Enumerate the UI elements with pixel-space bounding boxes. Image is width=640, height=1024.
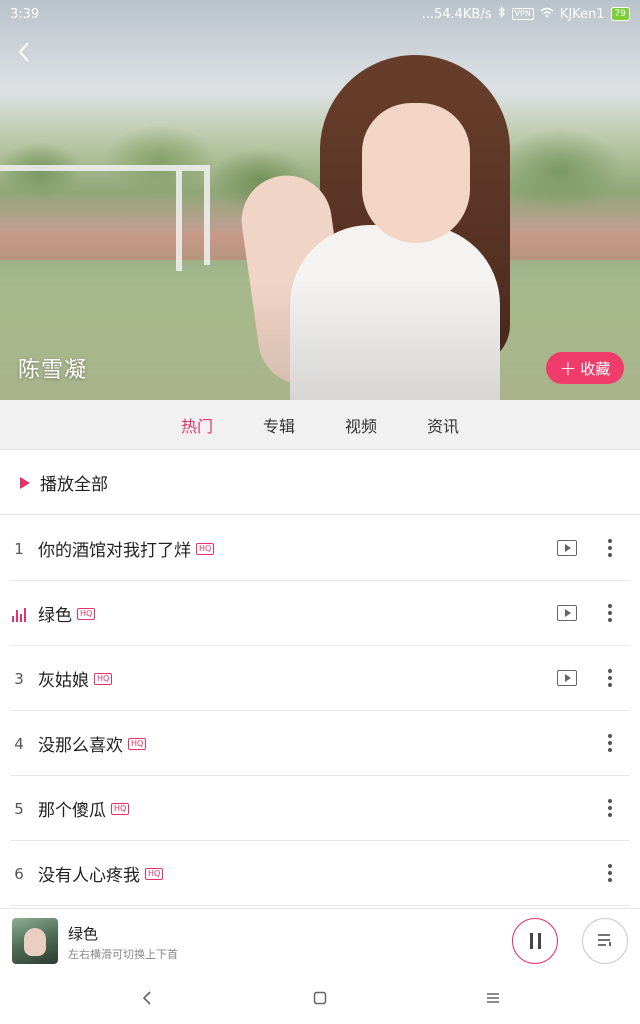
- plus-icon: +: [559, 356, 577, 380]
- system-nav-bar: [0, 972, 640, 1024]
- nav-menu-icon[interactable]: [481, 986, 505, 1010]
- song-title: 你的酒馆对我打了烊: [38, 541, 191, 561]
- wifi-name: KJKen1: [559, 6, 605, 22]
- player-hint: 左右横滑可切换上下首: [68, 948, 178, 961]
- pause-icon: [529, 933, 533, 949]
- song-title: 绿色: [38, 606, 72, 626]
- favorite-label: 收藏: [580, 359, 611, 378]
- favorite-button[interactable]: + 收藏: [546, 352, 624, 384]
- song-title: 没那么喜欢: [38, 736, 123, 756]
- more-vertical-icon[interactable]: [600, 861, 620, 885]
- wifi-icon: [540, 7, 554, 22]
- tab-albums[interactable]: 专辑: [263, 413, 295, 437]
- song-index: 5: [14, 799, 24, 818]
- more-vertical-icon[interactable]: [600, 796, 620, 820]
- song-row[interactable]: 6 没有人心疼我 HQ: [0, 841, 640, 906]
- song-index: 4: [14, 734, 24, 753]
- song-title: 没有人心疼我: [38, 866, 140, 886]
- tab-videos[interactable]: 视频: [345, 413, 377, 437]
- hq-badge: HQ: [145, 867, 164, 880]
- song-row[interactable]: 4 没那么喜欢 HQ: [0, 711, 640, 776]
- video-play-icon[interactable]: [557, 540, 577, 556]
- status-bar: 3:39 ...54.4KB/s VPN KJKen1 79: [0, 0, 640, 28]
- more-vertical-icon[interactable]: [600, 536, 620, 560]
- network-speed: ...54.4KB/s: [421, 6, 492, 22]
- hq-badge: HQ: [196, 542, 215, 555]
- nav-home-icon[interactable]: [308, 986, 332, 1010]
- song-row[interactable]: 3 灰姑娘 HQ: [0, 646, 640, 711]
- now-playing-icon: [0, 606, 38, 622]
- song-index: 6: [14, 864, 24, 883]
- play-all-label: 播放全部: [40, 475, 108, 495]
- back-chevron-icon: [17, 41, 31, 67]
- play-all-button[interactable]: 播放全部: [0, 451, 640, 515]
- tab-hot[interactable]: 热门: [181, 413, 213, 437]
- song-index: 3: [14, 669, 24, 688]
- nav-back-icon[interactable]: [135, 986, 159, 1010]
- song-index: 1: [14, 539, 24, 558]
- playlist-icon: [597, 932, 613, 951]
- pause-button[interactable]: [512, 918, 558, 964]
- song-title: 灰姑娘: [38, 671, 89, 691]
- more-vertical-icon[interactable]: [600, 601, 620, 625]
- battery-indicator: 79: [610, 7, 630, 21]
- song-list: 1 你的酒馆对我打了烊 HQ 绿色 HQ 3 灰姑娘 HQ 4 没那么喜欢 HQ…: [0, 516, 640, 906]
- video-play-icon[interactable]: [557, 605, 577, 621]
- song-row[interactable]: 绿色 HQ: [0, 581, 640, 646]
- hq-badge: HQ: [94, 672, 113, 685]
- artist-hero-image: [0, 0, 640, 400]
- album-cover[interactable]: [12, 918, 58, 964]
- mini-player[interactable]: 绿色 左右横滑可切换上下首: [0, 908, 640, 972]
- song-row[interactable]: 1 你的酒馆对我打了烊 HQ: [0, 516, 640, 581]
- hq-badge: HQ: [128, 737, 147, 750]
- more-vertical-icon[interactable]: [600, 666, 620, 690]
- play-icon: [20, 476, 30, 489]
- song-row[interactable]: 5 那个傻瓜 HQ: [0, 776, 640, 841]
- back-button[interactable]: [10, 40, 38, 68]
- playlist-button[interactable]: [582, 918, 628, 964]
- tab-bar: 热门 专辑 视频 资讯: [0, 400, 640, 450]
- hq-badge: HQ: [77, 607, 96, 620]
- tab-news[interactable]: 资讯: [427, 413, 459, 437]
- artist-name: 陈雪凝: [18, 358, 88, 383]
- bluetooth-icon: [498, 6, 506, 22]
- video-play-icon[interactable]: [557, 670, 577, 686]
- song-title: 那个傻瓜: [38, 801, 106, 821]
- vpn-badge: VPN: [511, 8, 534, 20]
- hq-badge: HQ: [111, 802, 130, 815]
- more-vertical-icon[interactable]: [600, 731, 620, 755]
- player-song-title: 绿色: [68, 925, 99, 943]
- status-time: 3:39: [10, 6, 40, 22]
